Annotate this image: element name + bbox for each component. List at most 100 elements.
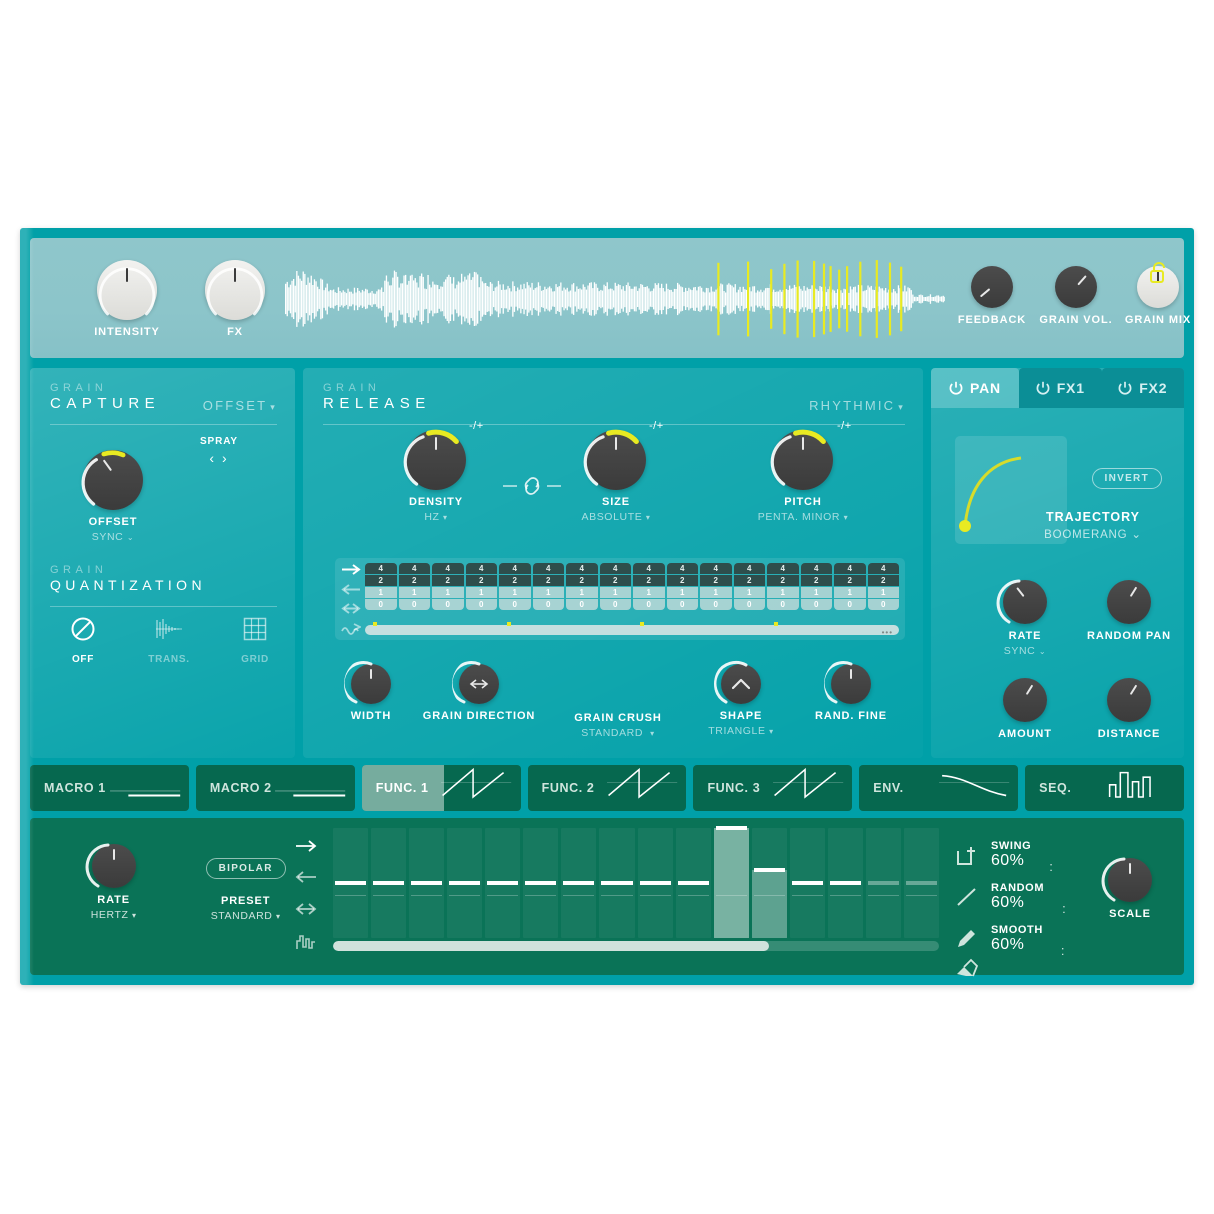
grid-column[interactable]: 4210 [499, 563, 531, 610]
knob-dial[interactable] [996, 579, 1047, 624]
grid-cell[interactable]: 1 [666, 587, 698, 598]
step-bar[interactable] [371, 828, 407, 938]
knob-fx[interactable]: FX [190, 260, 280, 338]
step-bar[interactable] [599, 828, 635, 938]
param-random[interactable]: RANDOM 60% : [955, 876, 1105, 918]
arrow-both-icon[interactable] [341, 602, 361, 615]
step-bar[interactable] [713, 826, 749, 938]
grid-column[interactable]: 4210 [599, 563, 631, 610]
knob-random-pan[interactable]: RANDOM PAN [1079, 580, 1179, 642]
step-bar[interactable] [789, 828, 825, 938]
knob-dial[interactable] [81, 450, 143, 510]
rate-sync-dropdown[interactable]: SYNC ⌄ [979, 645, 1071, 657]
link-icon[interactable] [503, 476, 561, 501]
grid-cell[interactable]: 1 [633, 587, 665, 598]
grid-cell[interactable]: 2 [834, 575, 866, 586]
step-bar[interactable] [523, 828, 559, 938]
grid-cell[interactable]: 4 [767, 563, 799, 574]
grid-cell[interactable]: 4 [800, 563, 832, 574]
step-bar[interactable] [561, 828, 597, 938]
grid-cell[interactable]: 2 [767, 575, 799, 586]
line-icon[interactable] [955, 885, 979, 909]
knob-dial[interactable] [205, 260, 265, 320]
arrow-random-icon[interactable] [341, 622, 361, 635]
grid-cell[interactable]: 0 [432, 599, 464, 610]
editor-length-slider[interactable] [333, 941, 939, 951]
arrow-right-icon[interactable] [341, 563, 361, 576]
grid-cell[interactable]: 0 [532, 599, 564, 610]
waveform-display[interactable] [285, 260, 945, 338]
knob-rate[interactable]: RATE SYNC ⌄ [979, 579, 1071, 657]
quant-option-trans[interactable]: TRANS. [146, 616, 192, 665]
grid-cell[interactable]: 2 [365, 575, 397, 586]
grid-column[interactable]: 4210 [867, 563, 899, 610]
grid-cell[interactable]: 1 [566, 587, 598, 598]
density-unit-dropdown[interactable]: HZ ▾ [381, 511, 491, 523]
knob-distance[interactable]: DISTANCE [1079, 678, 1179, 740]
knob-dial[interactable] [1101, 857, 1152, 902]
size-unit-dropdown[interactable]: ABSOLUTE ▾ [561, 511, 671, 523]
spray-arrows[interactable]: ‹ › [188, 450, 250, 466]
knob-grain-vol[interactable]: GRAIN VOL. [1034, 266, 1118, 326]
knob-dial[interactable] [403, 429, 466, 490]
grain-crush-dropdown[interactable]: STANDARD ▾ [553, 727, 683, 739]
knob-offset[interactable]: OFFSET SYNC ⌄ [58, 450, 168, 543]
grid-cell[interactable]: 1 [432, 587, 464, 598]
knob-width[interactable]: WIDTH [323, 661, 419, 722]
grid-column[interactable]: 4210 [566, 563, 598, 610]
knob-dial[interactable] [714, 660, 761, 704]
grid-cell[interactable]: 0 [633, 599, 665, 610]
grid-column[interactable]: 4210 [800, 563, 832, 610]
knob-shape[interactable]: SHAPE TRIANGLE ▾ [693, 660, 789, 737]
grid-cell[interactable]: 4 [532, 563, 564, 574]
grid-cell[interactable]: 1 [365, 587, 397, 598]
arrow-both-icon[interactable] [295, 902, 317, 916]
step-bar[interactable] [865, 828, 901, 938]
param-smooth[interactable]: SMOOTH 60% : [955, 918, 1105, 960]
grid-column[interactable]: 4210 [633, 563, 665, 610]
grid-cell[interactable]: 0 [700, 599, 732, 610]
grid-cell[interactable]: 0 [867, 599, 899, 610]
grid-cell[interactable]: 2 [633, 575, 665, 586]
grid-cell[interactable]: 1 [733, 587, 765, 598]
grid-cell[interactable]: 4 [733, 563, 765, 574]
grid-column[interactable]: 4210 [834, 563, 866, 610]
knob-density[interactable]: DENSITY HZ ▾ [381, 429, 491, 523]
grid-cell[interactable]: 2 [867, 575, 899, 586]
grid-cell[interactable]: 2 [599, 575, 631, 586]
grid-cell[interactable]: 0 [733, 599, 765, 610]
grid-column[interactable]: 4210 [432, 563, 464, 610]
grid-cell[interactable]: 2 [532, 575, 564, 586]
grain-crush-control[interactable]: GRAIN CRUSH STANDARD ▾ [553, 712, 683, 739]
knob-dial[interactable] [583, 429, 646, 490]
grid-cell[interactable]: 0 [499, 599, 531, 610]
mod-tab-macro-1[interactable]: MACRO 1 [30, 765, 189, 811]
grid-cell[interactable]: 1 [499, 587, 531, 598]
knob-dial[interactable] [770, 429, 833, 490]
grid-cell[interactable]: 0 [666, 599, 698, 610]
grid-cell[interactable]: 1 [599, 587, 631, 598]
step-bar[interactable] [903, 828, 939, 938]
step-sequencer[interactable] [333, 826, 939, 938]
knob-rand-fine[interactable]: RAND. FINE [798, 661, 904, 722]
knob-feedback[interactable]: FEEDBACK [950, 266, 1034, 326]
grid-cell[interactable]: 4 [834, 563, 866, 574]
tab-fx2[interactable]: FX2 [1101, 368, 1184, 408]
param-swing[interactable]: SWING 60% : [955, 834, 1105, 876]
mod-tab-func-2[interactable]: FUNC. 2 [527, 765, 687, 811]
grid-cell[interactable]: 0 [566, 599, 598, 610]
step-bar[interactable] [447, 828, 483, 938]
grid-cell[interactable]: 4 [700, 563, 732, 574]
mod-tab-func-3[interactable]: FUNC. 3 [693, 765, 853, 811]
grid-cell[interactable]: 2 [398, 575, 430, 586]
eraser-icon[interactable] [955, 956, 979, 980]
rhythm-grid-sequencer[interactable]: 4210421042104210421042104210421042104210… [335, 558, 905, 640]
grid-cell[interactable]: 4 [432, 563, 464, 574]
grid-cell[interactable]: 4 [599, 563, 631, 574]
grid-cell[interactable]: 2 [800, 575, 832, 586]
mod-tab-env[interactable]: ENV. [859, 765, 1019, 811]
grid-cell[interactable]: 2 [566, 575, 598, 586]
arrow-left-icon[interactable] [295, 870, 317, 884]
grid-cell[interactable]: 2 [733, 575, 765, 586]
trajectory-dropdown[interactable]: BOOMERANG ⌄ [1018, 527, 1168, 541]
